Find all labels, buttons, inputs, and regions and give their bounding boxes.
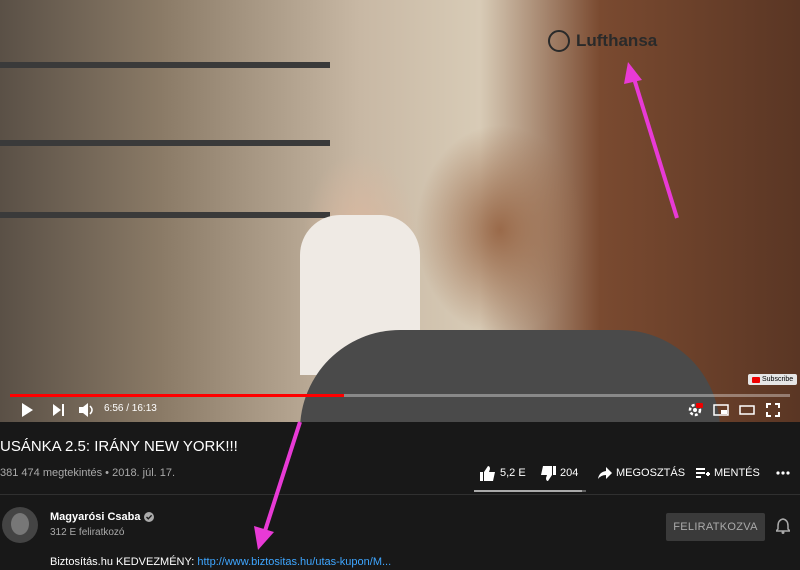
annotation-arrow-up bbox=[624, 62, 679, 219]
save-button[interactable]: MENTÉS bbox=[696, 462, 760, 484]
video-title: USÁNKA 2.5: IRÁNY NEW YORK!!! bbox=[0, 438, 238, 455]
avatar-face bbox=[11, 513, 29, 535]
shelf bbox=[0, 62, 330, 68]
subscribed-button[interactable]: FELIRATKOZVA bbox=[666, 513, 765, 541]
like-button[interactable]: 5,2 E bbox=[480, 462, 526, 484]
more-icon bbox=[776, 471, 790, 475]
theater-button[interactable] bbox=[736, 398, 758, 422]
player-controls: 6:56 / 16:13 bbox=[0, 398, 800, 422]
volume-icon bbox=[79, 403, 93, 417]
progress-played bbox=[10, 394, 344, 397]
youtube-icon bbox=[752, 376, 760, 383]
subscribe-watermark[interactable]: Subscribe bbox=[748, 374, 798, 385]
fullscreen-icon bbox=[766, 403, 780, 417]
notification-bell-button[interactable] bbox=[774, 518, 792, 539]
dislike-icon bbox=[541, 465, 556, 481]
video-player[interactable]: Lufthansa Subscribe 6:56 / 16:13 bbox=[0, 0, 800, 422]
dislike-button[interactable]: 204 bbox=[540, 462, 578, 484]
more-button[interactable] bbox=[776, 462, 790, 484]
channel-avatar[interactable] bbox=[2, 507, 38, 543]
lufthansa-sign: Lufthansa bbox=[548, 30, 657, 52]
next-icon bbox=[53, 404, 64, 416]
miniplayer-button[interactable] bbox=[710, 398, 732, 422]
video-stats: 381 474 megtekintés • 2018. júl. 17. bbox=[0, 467, 176, 479]
settings-icon bbox=[688, 403, 703, 417]
fullscreen-button[interactable] bbox=[762, 398, 784, 422]
progress-bar[interactable] bbox=[10, 394, 790, 397]
description-link[interactable]: http://www.biztositas.hu/utas-kupon/M... bbox=[197, 556, 391, 568]
crane-logo-icon bbox=[548, 30, 570, 52]
divider bbox=[0, 494, 800, 495]
time-display: 6:56 / 16:13 bbox=[104, 403, 157, 414]
like-ratio-fill bbox=[474, 490, 582, 492]
like-icon bbox=[480, 465, 495, 481]
verified-icon bbox=[144, 512, 155, 522]
shelf bbox=[0, 140, 330, 146]
annotation-arrow-down bbox=[254, 421, 302, 550]
volume-button[interactable] bbox=[76, 398, 98, 422]
shelf bbox=[0, 212, 330, 218]
bell-icon bbox=[774, 518, 792, 534]
save-icon bbox=[696, 468, 710, 478]
miniplayer-icon bbox=[713, 404, 729, 416]
theater-icon bbox=[739, 405, 755, 415]
settings-button[interactable] bbox=[684, 398, 706, 422]
share-button[interactable]: MEGOSZTÁS bbox=[598, 462, 685, 484]
description: Biztosítás.hu KEDVEZMÉNY: http://www.biz… bbox=[50, 556, 392, 568]
subscriber-count: 312 E feliratkozó bbox=[50, 527, 125, 538]
share-icon bbox=[598, 467, 612, 479]
next-button[interactable] bbox=[48, 398, 70, 422]
channel-name[interactable]: Magyarósi Csaba bbox=[50, 511, 155, 523]
like-ratio-bar bbox=[474, 490, 586, 492]
play-icon bbox=[22, 403, 33, 417]
play-button[interactable] bbox=[16, 398, 38, 422]
